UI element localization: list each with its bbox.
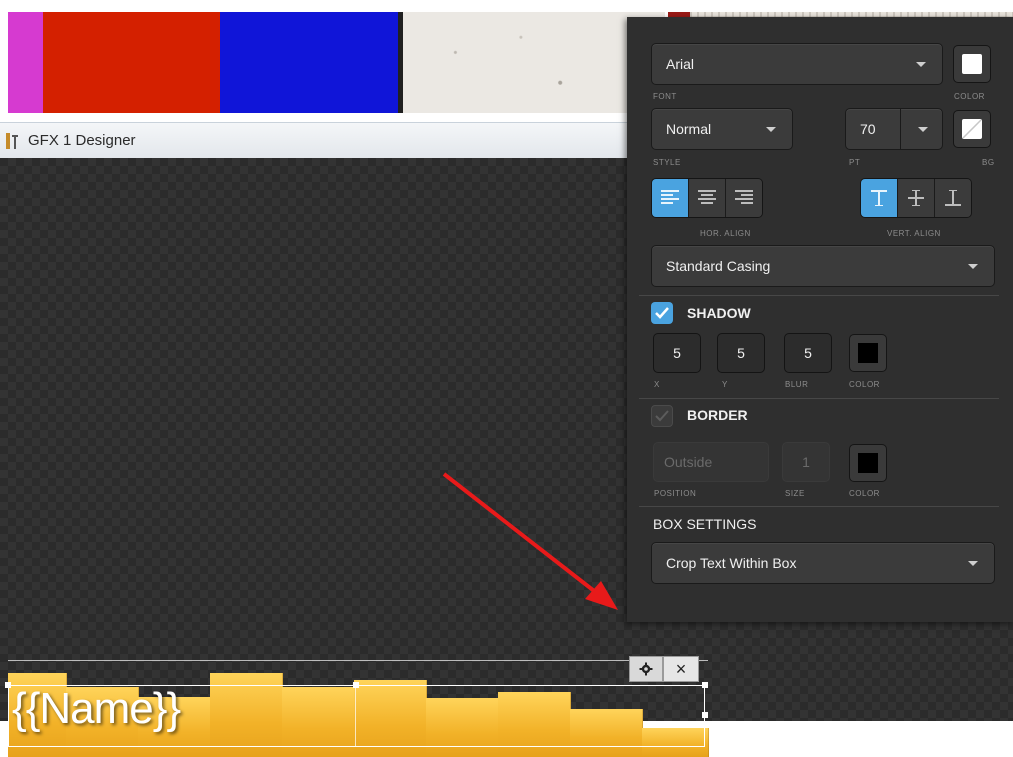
- point-size-field[interactable]: 70: [845, 108, 943, 150]
- bg-caption: BG: [982, 158, 995, 167]
- valign-middle-icon: [908, 190, 924, 206]
- box-settings-dropdown[interactable]: Crop Text Within Box: [651, 542, 995, 584]
- checkmark-icon: [655, 410, 669, 422]
- valign-middle-button[interactable]: [898, 179, 935, 217]
- align-left-button[interactable]: [652, 179, 689, 217]
- close-icon[interactable]: ×: [663, 656, 699, 682]
- point-size-caption: PT: [849, 158, 861, 167]
- window-title: GFX 1 Designer: [28, 132, 136, 149]
- border-position-field[interactable]: Outside: [653, 442, 769, 482]
- text-settings-button[interactable]: [629, 656, 663, 682]
- shadow-color-button[interactable]: [849, 334, 887, 372]
- border-size-field[interactable]: 1: [782, 442, 830, 482]
- color-swatch: [858, 453, 878, 473]
- vertical-align-group: [860, 178, 972, 218]
- color-swatch: [858, 343, 878, 363]
- vert-align-caption: VERT. ALIGN: [887, 229, 941, 238]
- casing-value: Standard Casing: [666, 258, 771, 274]
- color-swatch: [962, 54, 982, 74]
- checkmark-icon: [655, 307, 669, 319]
- style-value: Normal: [666, 121, 712, 137]
- font-caption: FONT: [653, 92, 677, 101]
- shadow-title: SHADOW: [687, 305, 751, 321]
- style-caption: STYLE: [653, 158, 681, 167]
- box-settings-value: Crop Text Within Box: [666, 555, 797, 571]
- horizontal-align-group: [651, 178, 763, 218]
- font-value: Arial: [666, 56, 695, 72]
- shadow-y-caption: Y: [722, 380, 728, 389]
- shadow-blur-caption: BLUR: [785, 380, 809, 389]
- resize-handle[interactable]: [353, 682, 359, 688]
- align-right-icon: [735, 190, 753, 204]
- align-center-icon: [698, 190, 716, 204]
- section-divider: [639, 295, 999, 296]
- chevron-down-icon[interactable]: [918, 127, 928, 132]
- box-settings-title: BOX SETTINGS: [653, 516, 757, 532]
- chevron-down-icon: [916, 62, 926, 67]
- valign-bottom-button[interactable]: [935, 179, 971, 217]
- point-size-value: 70: [860, 121, 876, 137]
- shadow-x-field[interactable]: 5: [653, 333, 701, 373]
- shadow-y-field[interactable]: 5: [717, 333, 765, 373]
- guide-line: [8, 660, 708, 661]
- shadow-blur-field[interactable]: 5: [784, 333, 832, 373]
- border-size-caption: SIZE: [785, 489, 805, 498]
- chevron-down-icon: [766, 127, 776, 132]
- preview-thumb-magenta[interactable]: [8, 12, 43, 113]
- border-position-caption: POSITION: [654, 489, 697, 498]
- resize-handle[interactable]: [5, 682, 11, 688]
- font-color-caption: COLOR: [954, 92, 985, 101]
- font-color-button[interactable]: [953, 45, 991, 83]
- align-left-icon: [661, 190, 679, 204]
- chevron-down-icon: [968, 264, 978, 269]
- section-divider: [639, 398, 999, 399]
- preview-thumb-marble[interactable]: [403, 12, 665, 113]
- chevron-down-icon: [968, 561, 978, 566]
- bg-color-button[interactable]: [953, 110, 991, 148]
- app-icon: [6, 133, 18, 149]
- hor-align-caption: HOR. ALIGN: [700, 229, 751, 238]
- preview-thumb-red[interactable]: [43, 12, 220, 113]
- resize-handle[interactable]: [702, 682, 708, 688]
- shadow-x-caption: X: [654, 380, 660, 389]
- valign-top-icon: [871, 190, 887, 206]
- preview-thumb-blue[interactable]: [220, 12, 398, 113]
- border-color-caption: COLOR: [849, 489, 880, 498]
- align-center-button[interactable]: [689, 179, 726, 217]
- shadow-checkbox[interactable]: [651, 302, 673, 324]
- casing-dropdown[interactable]: Standard Casing: [651, 245, 995, 287]
- transparent-color-swatch: [962, 119, 982, 139]
- valign-bottom-icon: [945, 190, 961, 206]
- resize-handle[interactable]: [702, 712, 708, 718]
- text-selection-box[interactable]: [8, 685, 705, 747]
- align-right-button[interactable]: [726, 179, 762, 217]
- selection-center-line: [355, 685, 356, 747]
- border-color-button[interactable]: [849, 444, 887, 482]
- style-dropdown[interactable]: Normal: [651, 108, 793, 150]
- border-title: BORDER: [687, 407, 748, 423]
- section-divider: [639, 506, 999, 507]
- font-dropdown[interactable]: Arial: [651, 43, 943, 85]
- text-settings-panel: Arial FONT COLOR Normal STYLE 70 PT BG H…: [627, 17, 1013, 622]
- gear-icon: [639, 662, 653, 676]
- border-checkbox[interactable]: [651, 405, 673, 427]
- valign-top-button[interactable]: [861, 179, 898, 217]
- shadow-color-caption: COLOR: [849, 380, 880, 389]
